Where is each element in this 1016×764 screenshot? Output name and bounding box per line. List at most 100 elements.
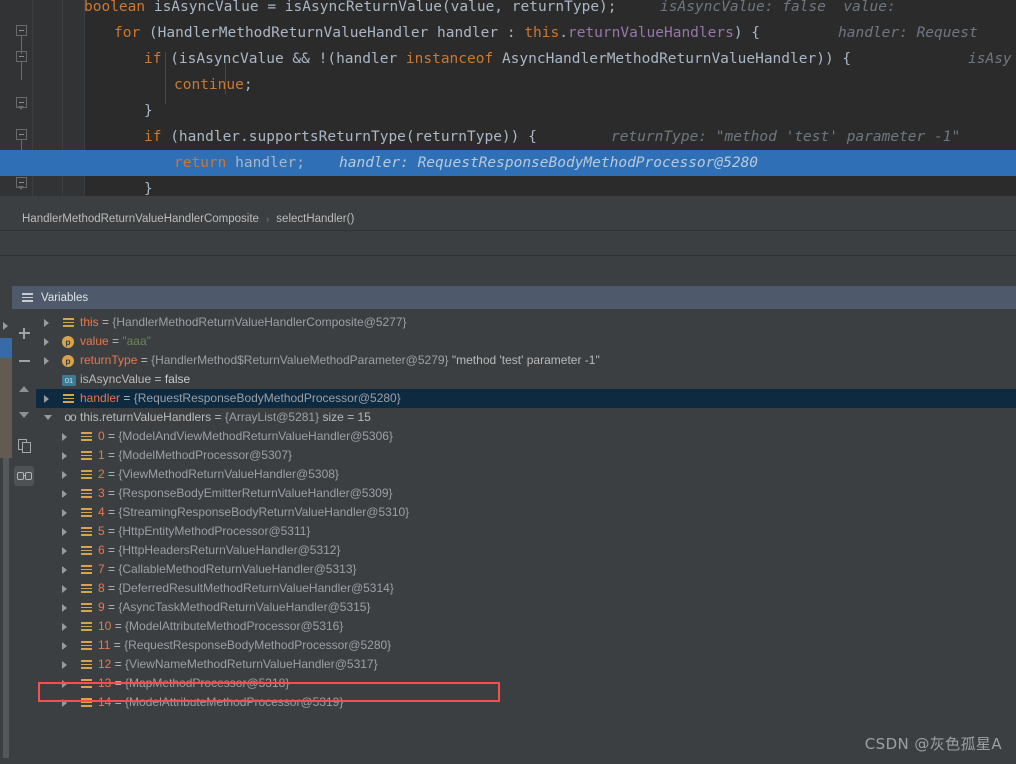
variable-name: returnType: [80, 353, 138, 367]
variable-row[interactable]: oo this.returnValueHandlers = {ArrayList@…: [36, 408, 1016, 427]
code-line[interactable]: }: [0, 98, 1016, 124]
variable-row[interactable]: 2 = {ViewMethodReturnValueHandler@5308}: [36, 465, 1016, 484]
primitive-icon: 01: [62, 375, 76, 386]
object-icon: [80, 488, 93, 500]
move-up-button[interactable]: [14, 379, 34, 399]
variable-text: 9 = {AsyncTaskMethodReturnValueHandler@5…: [98, 598, 371, 617]
chevron-right-icon[interactable]: [62, 699, 67, 707]
variable-equals: =: [104, 486, 119, 500]
variable-row[interactable]: 11 = {RequestResponseBodyMethodProcessor…: [36, 636, 1016, 655]
variable-row[interactable]: 3 = {ResponseBodyEmitterReturnValueHandl…: [36, 484, 1016, 503]
chevron-down-icon[interactable]: [44, 415, 52, 420]
chevron-right-icon[interactable]: [62, 452, 67, 460]
variable-text: this = {HandlerMethodReturnValueHandlerC…: [80, 313, 407, 332]
debug-tool-window: Variables this = {HandlerMethodReturnVal…: [0, 286, 1016, 764]
side-strip-scrollbar[interactable]: [3, 458, 9, 758]
chevron-right-icon[interactable]: [62, 680, 67, 688]
chevron-right-icon[interactable]: [44, 395, 49, 403]
remove-watch-button[interactable]: [14, 351, 34, 371]
variables-tree[interactable]: this = {HandlerMethodReturnValueHandlerC…: [36, 309, 1016, 764]
variable-equals: =: [104, 543, 119, 557]
variable-value: {HandlerMethodReturnValueHandlerComposit…: [112, 315, 407, 329]
variables-toolbar[interactable]: [12, 309, 36, 764]
variable-equals: =: [211, 410, 225, 424]
variable-row[interactable]: this = {HandlerMethodReturnValueHandlerC…: [36, 313, 1016, 332]
variables-tab-header[interactable]: Variables: [12, 286, 1016, 309]
variable-equals: =: [120, 391, 134, 405]
chevron-right-icon[interactable]: [44, 357, 49, 365]
side-strip-ghost-selection: [0, 338, 12, 358]
variable-name: 7: [98, 562, 105, 576]
variable-row[interactable]: p value = "aaa": [36, 332, 1016, 351]
variable-name: value: [80, 334, 109, 348]
variable-value: {DeferredResultMethodReturnValueHandler@…: [118, 581, 394, 595]
chevron-right-icon[interactable]: [62, 433, 67, 441]
variable-name: 0: [98, 429, 105, 443]
code-token: }: [144, 103, 153, 119]
variable-row[interactable]: 01 isAsyncValue = false: [36, 370, 1016, 389]
collection-icon: oo: [64, 410, 76, 424]
chevron-right-icon[interactable]: [62, 566, 67, 574]
variable-row[interactable]: 5 = {HttpEntityMethodProcessor@5311}: [36, 522, 1016, 541]
chevron-right-icon[interactable]: [62, 623, 67, 631]
add-watch-button[interactable]: [14, 323, 34, 343]
code-line[interactable]: continue;: [0, 72, 1016, 98]
move-down-button[interactable]: [14, 405, 34, 425]
chevron-right-icon[interactable]: [62, 490, 67, 498]
breadcrumb-class[interactable]: HandlerMethodReturnValueHandlerComposite: [22, 213, 259, 225]
code-token: for: [114, 25, 149, 41]
code-line[interactable]: if (isAsyncValue && !(handler instanceof…: [0, 46, 1016, 72]
code-line[interactable]: boolean isAsyncValue = isAsyncReturnValu…: [0, 0, 1016, 20]
side-strip-expander-icon[interactable]: [3, 322, 8, 330]
variable-row[interactable]: p returnType = {HandlerMethod$ReturnValue…: [36, 351, 1016, 370]
variable-row[interactable]: 0 = {ModelAndViewMethodReturnValueHandle…: [36, 427, 1016, 446]
variable-row[interactable]: 9 = {AsyncTaskMethodReturnValueHandler@5…: [36, 598, 1016, 617]
chevron-right-icon[interactable]: [62, 661, 67, 669]
breadcrumb[interactable]: HandlerMethodReturnValueHandlerComposite…: [0, 208, 1016, 230]
chevron-right-icon[interactable]: [62, 509, 67, 517]
code-line[interactable]: }: [0, 176, 1016, 196]
variable-name: 9: [98, 600, 105, 614]
variable-value: {RequestResponseBodyMethodProcessor@5280…: [124, 638, 392, 652]
code-token: handler;: [235, 155, 305, 171]
variable-row[interactable]: 4 = {StreamingResponseBodyReturnValueHan…: [36, 503, 1016, 522]
variable-row[interactable]: 8 = {DeferredResultMethodReturnValueHand…: [36, 579, 1016, 598]
variable-row[interactable]: 7 = {CallableMethodReturnValueHandler@53…: [36, 560, 1016, 579]
parameter-icon: p: [62, 355, 74, 367]
variable-row[interactable]: 13 = {MapMethodProcessor@5318}: [36, 674, 1016, 693]
code-token: if: [144, 129, 171, 145]
variable-equals: =: [104, 600, 119, 614]
chevron-right-icon[interactable]: [62, 585, 67, 593]
variable-row[interactable]: 6 = {HttpHeadersReturnValueHandler@5312}: [36, 541, 1016, 560]
code-editor[interactable]: boolean isAsyncValue = isAsyncReturnValu…: [0, 0, 1016, 196]
chevron-right-icon[interactable]: [62, 604, 67, 612]
chevron-right-icon[interactable]: [62, 528, 67, 536]
variable-equals: =: [111, 657, 126, 671]
code-line[interactable]: if (handler.supportsReturnType(returnTyp…: [0, 124, 1016, 150]
chevron-right-icon[interactable]: [44, 338, 49, 346]
variable-row[interactable]: 1 = {ModelMethodProcessor@5307}: [36, 446, 1016, 465]
chevron-right-icon[interactable]: [62, 471, 67, 479]
chevron-right-icon[interactable]: [62, 547, 67, 555]
glasses-icon[interactable]: [14, 466, 34, 486]
code-token: (isAsyncValue && !(handler: [170, 51, 406, 67]
object-icon: [62, 317, 75, 329]
variable-row-selected[interactable]: handler = {RequestResponseBodyMethodProc…: [36, 389, 1016, 408]
code-token: continue: [174, 77, 244, 93]
variable-row[interactable]: 12 = {ViewNameMethodReturnValueHandler@5…: [36, 655, 1016, 674]
code-line[interactable]: return handler; handler: RequestResponseB…: [0, 150, 1016, 176]
variable-equals: =: [111, 695, 126, 709]
breadcrumb-method[interactable]: selectHandler(): [276, 213, 354, 225]
variable-equals: =: [151, 372, 165, 386]
code-line[interactable]: for (HandlerMethodReturnValueHandler han…: [0, 20, 1016, 46]
code-token: instanceof: [405, 51, 502, 67]
variable-row[interactable]: 14 = {ModelAttributeMethodProcessor@5319…: [36, 693, 1016, 712]
object-icon: [80, 450, 93, 462]
variable-value: {HttpEntityMethodProcessor@5311}: [118, 524, 311, 538]
chevron-right-icon[interactable]: [44, 319, 49, 327]
copy-icon[interactable]: [14, 435, 34, 455]
variable-text: 13 = {MapMethodProcessor@5318}: [98, 674, 289, 693]
variable-row[interactable]: 10 = {ModelAttributeMethodProcessor@5316…: [36, 617, 1016, 636]
chevron-right-icon[interactable]: [62, 642, 67, 650]
code-token: AsyncHandlerMethodReturnValueHandler)) {: [501, 51, 852, 67]
